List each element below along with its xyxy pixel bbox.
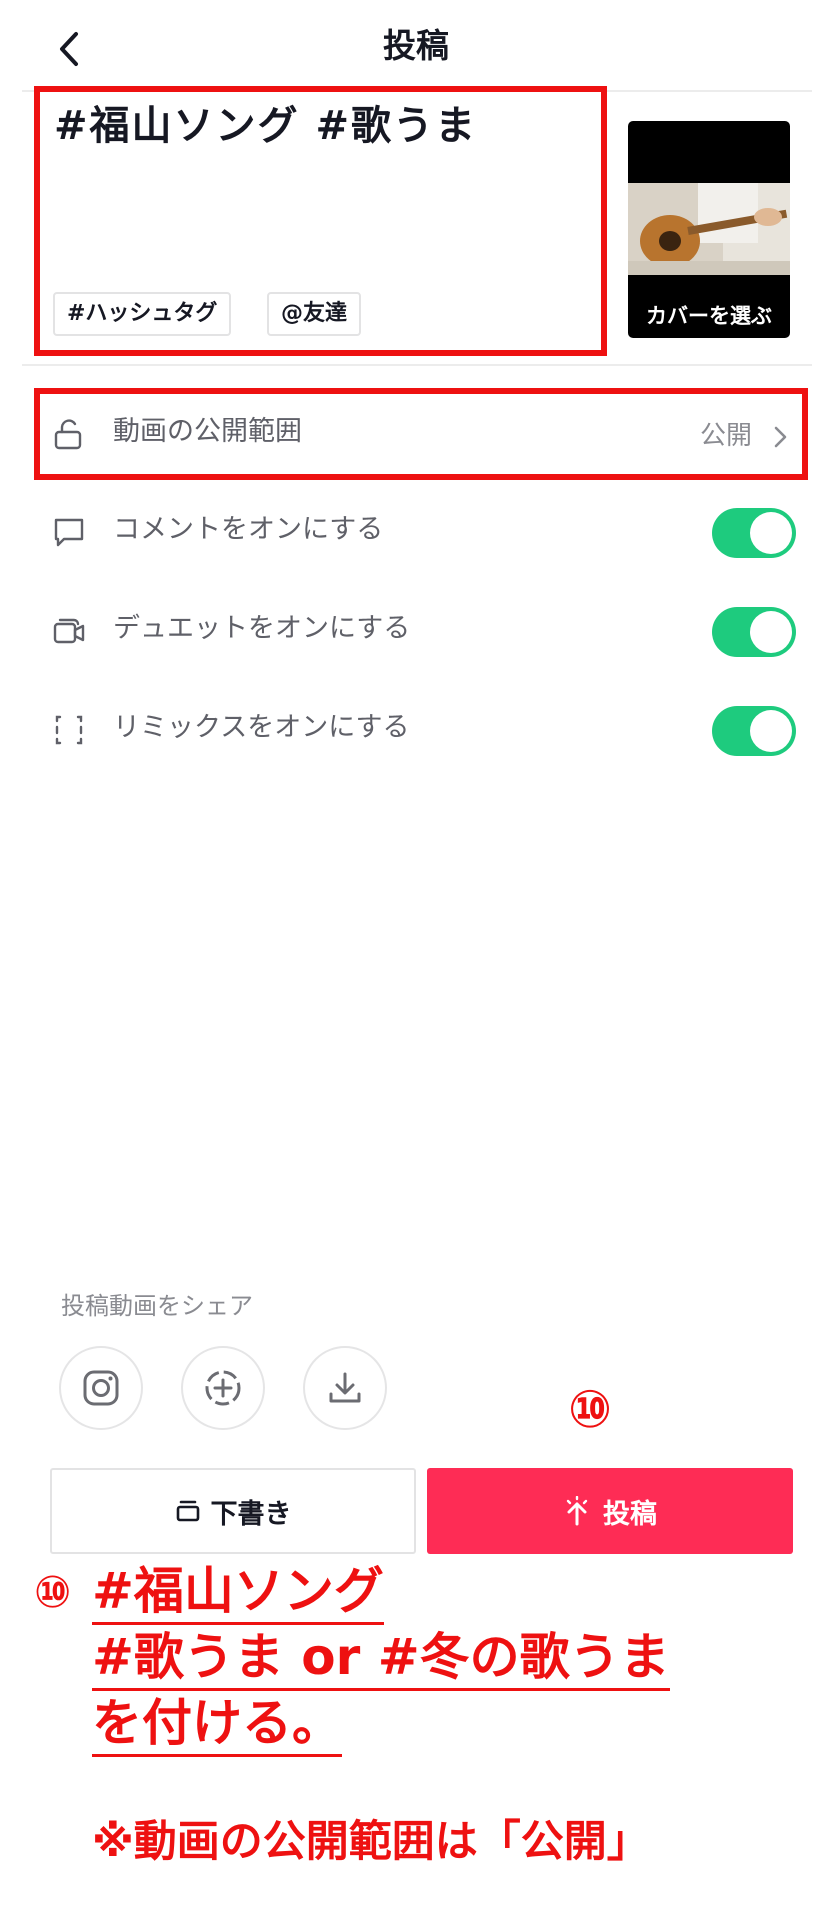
duet-toggle-label: デュエットをオンにする [113,613,411,644]
privacy-highlight-frame [34,388,808,480]
remix-toggle[interactable] [712,706,796,756]
add-circle-icon [205,1370,241,1406]
share-download-button[interactable] [303,1346,387,1430]
share-instagram-button[interactable] [59,1346,143,1430]
draft-button-label: 下書き [210,1498,292,1530]
share-add-button[interactable] [181,1346,265,1430]
annotation-note: ※動画の公開範囲は「公開」 [92,1817,650,1867]
draft-icon [176,1500,199,1522]
cover-select-button[interactable]: カバーを選ぶ [628,121,790,338]
remix-icon [55,715,83,745]
post-upload-icon [566,1496,588,1526]
video-thumbnail [628,183,790,275]
step-number-badge: ⑩ [568,1380,613,1440]
comment-icon [54,518,84,547]
annotation-line-1: #福山ソング [92,1560,384,1625]
comment-toggle[interactable] [712,508,796,558]
post-button[interactable]: 投稿 [427,1468,793,1554]
duet-icon [53,618,85,644]
annotation-line-3: を付ける。 [92,1692,342,1757]
download-icon [329,1372,361,1403]
section-divider [22,364,812,366]
share-section-label: 投稿動画をシェア [61,1292,253,1320]
draft-button[interactable]: 下書き [50,1468,416,1554]
post-button-label: 投稿 [603,1498,657,1530]
page-title: 投稿 [383,26,449,65]
cover-select-label: カバーを選ぶ [646,304,772,328]
instagram-icon [83,1370,119,1406]
duet-toggle[interactable] [712,607,796,657]
annotation-line-2: #歌うま or #冬の歌うま [92,1626,670,1691]
caption-highlight-frame [34,86,607,356]
remix-toggle-label: リミックスをオンにする [113,712,410,743]
comment-toggle-label: コメントをオンにする [113,514,384,545]
annotation-badge: ⑩ [34,1567,72,1618]
